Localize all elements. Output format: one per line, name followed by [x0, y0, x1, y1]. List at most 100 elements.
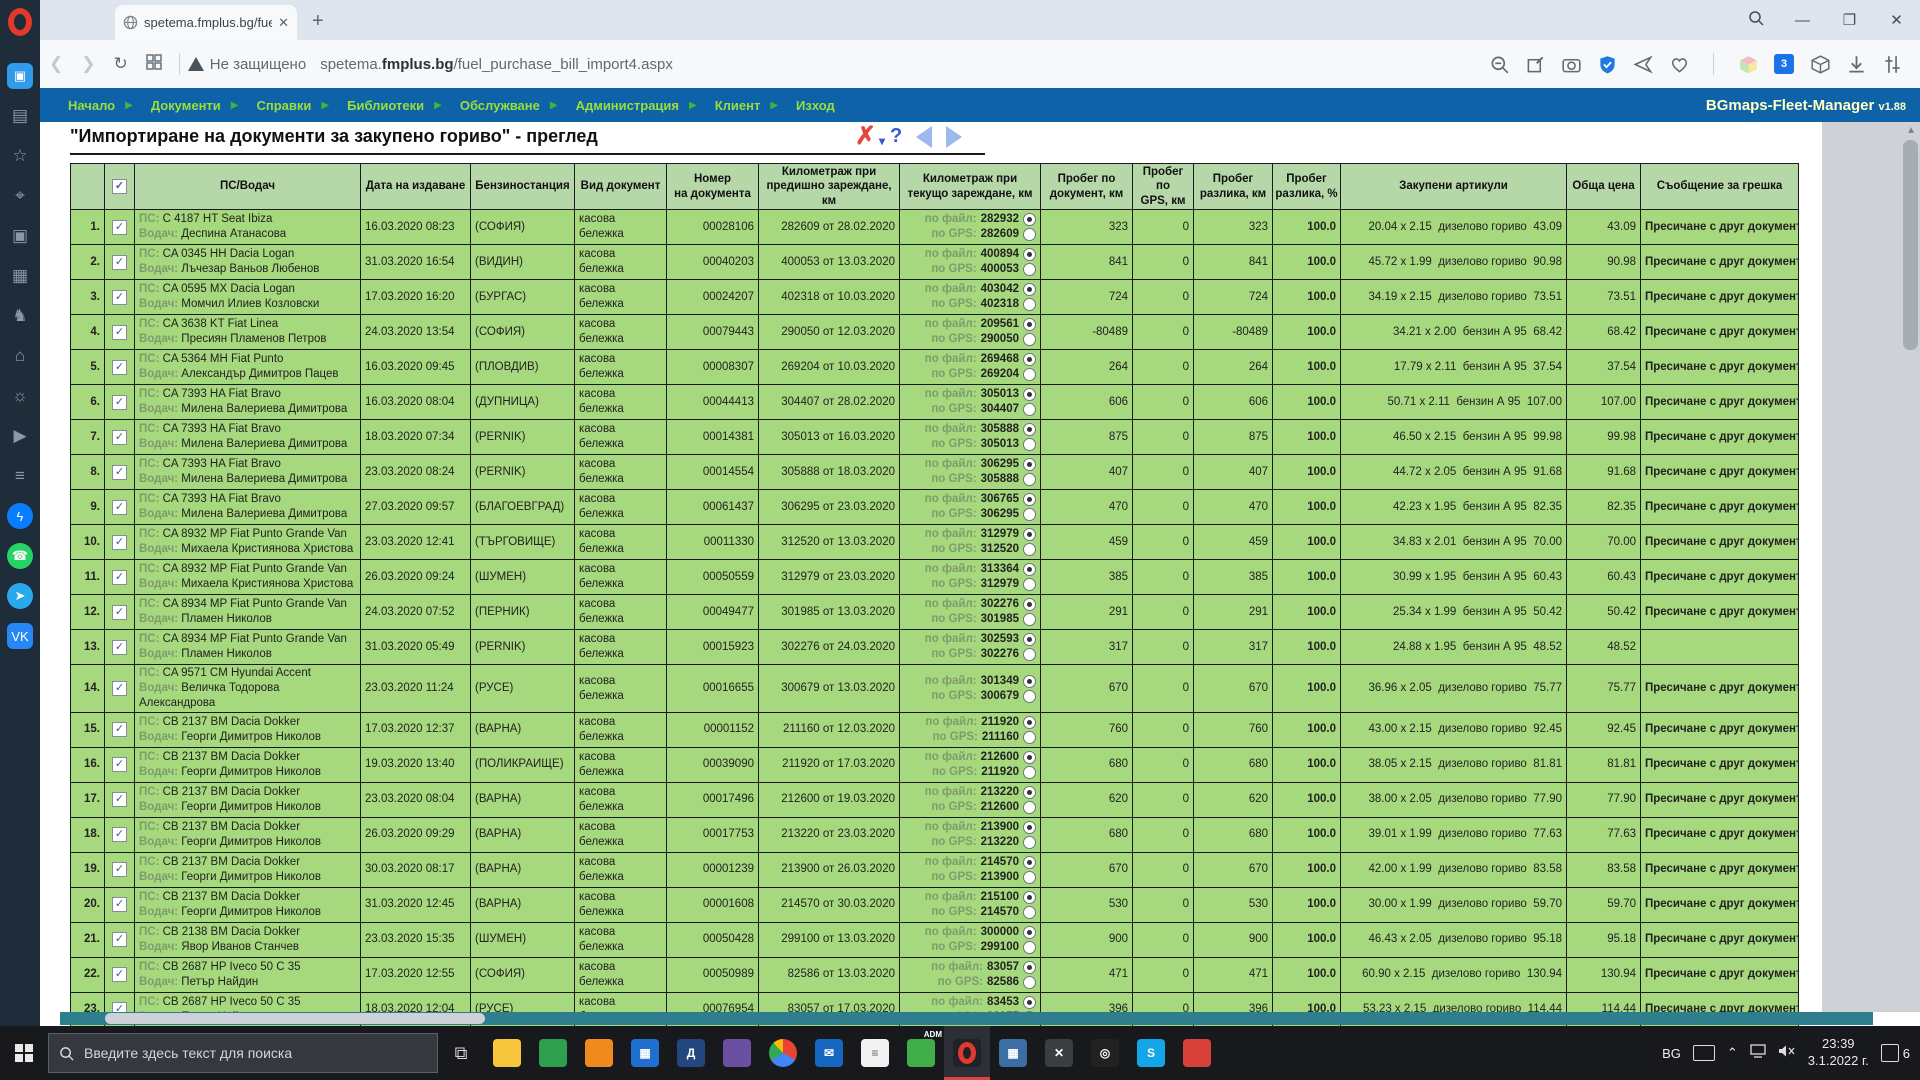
radio-unselected[interactable] — [1023, 906, 1036, 919]
messenger-icon[interactable]: ϟ — [7, 503, 33, 529]
radio-unselected[interactable] — [1023, 368, 1036, 381]
menu-item-2[interactable]: Документи — [141, 98, 231, 113]
security-chip[interactable]: Не защищено — [188, 56, 306, 73]
menu-item-6[interactable]: Администрация — [566, 98, 689, 113]
radio-unselected[interactable] — [1023, 836, 1036, 849]
radio-unselected[interactable] — [1023, 228, 1036, 241]
notification-center[interactable]: 6 — [1881, 1044, 1910, 1062]
skype-icon[interactable]: S — [1128, 1026, 1174, 1080]
taskbar-search-box[interactable]: Введите здесь текст для поиска — [48, 1033, 438, 1073]
radio-selected[interactable] — [1023, 423, 1036, 436]
start-button[interactable] — [0, 1026, 48, 1080]
select-all-checkbox[interactable]: ✓ — [112, 179, 127, 194]
vertical-scrollbar[interactable]: ▲ — [1822, 122, 1920, 1012]
row-checkbox[interactable]: ✓ — [112, 967, 127, 982]
radio-selected[interactable] — [1023, 388, 1036, 401]
radio-selected[interactable] — [1023, 996, 1036, 1009]
radio-selected[interactable] — [1023, 751, 1036, 764]
row-checkbox[interactable]: ✓ — [112, 792, 127, 807]
window-restore-icon[interactable]: ❐ — [1826, 11, 1873, 29]
spreadsheet-app-icon[interactable]: ▦ — [622, 1026, 668, 1080]
radio-selected[interactable] — [1023, 786, 1036, 799]
radio-unselected[interactable] — [1023, 766, 1036, 779]
notes-icon[interactable]: ▤ — [7, 103, 33, 129]
radio-selected[interactable] — [1023, 213, 1036, 226]
language-indicator[interactable]: BG — [1662, 1046, 1681, 1061]
radio-unselected[interactable] — [1023, 403, 1036, 416]
row-checkbox[interactable]: ✓ — [112, 757, 127, 772]
radio-selected[interactable] — [1023, 493, 1036, 506]
radio-unselected[interactable] — [1023, 473, 1036, 486]
download-icon[interactable] — [1846, 54, 1866, 74]
workspace-icon[interactable]: ▣ — [7, 63, 33, 89]
extension-cube-icon[interactable] — [1738, 54, 1758, 74]
menu-item-4[interactable]: Библиотеки — [337, 98, 434, 113]
radio-unselected[interactable] — [1023, 613, 1036, 626]
sun-icon[interactable]: ☼ — [7, 383, 33, 409]
radio-unselected[interactable] — [1023, 648, 1036, 661]
radio-selected[interactable] — [1023, 283, 1036, 296]
row-checkbox[interactable]: ✓ — [112, 535, 127, 550]
horizontal-scroll-thumb[interactable] — [105, 1013, 485, 1024]
row-checkbox[interactable]: ✓ — [112, 897, 127, 912]
radio-selected[interactable] — [1023, 563, 1036, 576]
chrome-icon[interactable] — [760, 1026, 806, 1080]
menu-item-3[interactable]: Справки — [247, 98, 322, 113]
radio-selected[interactable] — [1023, 633, 1036, 646]
new-tab-button[interactable]: + — [312, 10, 324, 33]
radio-selected[interactable] — [1023, 318, 1036, 331]
find-in-page-icon[interactable] — [1489, 54, 1509, 74]
menu-item-5[interactable]: Обслужване — [450, 98, 550, 113]
radio-unselected[interactable] — [1023, 508, 1036, 521]
orange-app-icon[interactable] — [576, 1026, 622, 1080]
network-icon[interactable] — [1750, 1044, 1766, 1063]
radio-selected[interactable] — [1023, 926, 1036, 939]
radio-unselected[interactable] — [1023, 263, 1036, 276]
radio-selected[interactable] — [1023, 248, 1036, 261]
row-checkbox[interactable]: ✓ — [112, 430, 127, 445]
reload-icon[interactable]: ↻ — [114, 54, 128, 74]
red-app-icon[interactable] — [1174, 1026, 1220, 1080]
radio-unselected[interactable] — [1023, 438, 1036, 451]
opera-logo-icon[interactable] — [8, 8, 32, 36]
row-checkbox[interactable]: ✓ — [112, 500, 127, 515]
pin-edit-icon[interactable] — [1525, 54, 1545, 74]
home-icon[interactable]: ⌂ — [7, 343, 33, 369]
row-checkbox[interactable]: ✓ — [112, 932, 127, 947]
menu-item-1[interactable]: Начало — [58, 98, 125, 113]
radio-selected[interactable] — [1023, 821, 1036, 834]
book-icon[interactable]: ▦ — [7, 263, 33, 289]
file-explorer-icon[interactable] — [484, 1026, 530, 1080]
shield-check-icon[interactable] — [1597, 54, 1617, 74]
row-checkbox[interactable]: ✓ — [112, 722, 127, 737]
whatsapp-icon[interactable]: ☎ — [7, 543, 33, 569]
bookmarks-star-icon[interactable]: ☆ — [7, 143, 33, 169]
radio-unselected[interactable] — [1023, 871, 1036, 884]
row-checkbox[interactable]: ✓ — [112, 220, 127, 235]
purple-app-icon[interactable] — [714, 1026, 760, 1080]
video-popout-icon[interactable]: ▶ — [7, 423, 33, 449]
browser-tab[interactable]: spetema.fmplus.bg/fuel_pu ✕ — [115, 5, 297, 40]
radio-selected[interactable] — [1023, 675, 1036, 688]
list-icon[interactable]: ≡ — [7, 463, 33, 489]
settings-sliders-icon[interactable] — [1882, 54, 1902, 74]
menu-item-8[interactable]: Изход — [786, 98, 845, 113]
radio-selected[interactable] — [1023, 528, 1036, 541]
radio-unselected[interactable] — [1023, 976, 1036, 989]
green-app-icon[interactable] — [530, 1026, 576, 1080]
tray-expand-icon[interactable]: ⌃ — [1727, 1045, 1738, 1061]
darkblue-app-icon[interactable]: Д — [668, 1026, 714, 1080]
taskbar-clock[interactable]: 23:39 3.1.2022 г. — [1808, 1036, 1869, 1070]
row-checkbox[interactable]: ✓ — [112, 255, 127, 270]
vertical-scroll-thumb[interactable] — [1903, 140, 1918, 350]
radio-selected[interactable] — [1023, 353, 1036, 366]
close-red-x-icon[interactable]: ✗ — [855, 124, 876, 149]
help-icon[interactable]: ? — [890, 125, 902, 148]
menu-item-7[interactable]: Клиент — [705, 98, 771, 113]
horizontal-scrollbar[interactable] — [60, 1012, 1873, 1025]
radio-selected[interactable] — [1023, 961, 1036, 974]
row-checkbox[interactable]: ✓ — [112, 395, 127, 410]
row-checkbox[interactable]: ✓ — [112, 605, 127, 620]
radio-unselected[interactable] — [1023, 731, 1036, 744]
radio-unselected[interactable] — [1023, 690, 1036, 703]
